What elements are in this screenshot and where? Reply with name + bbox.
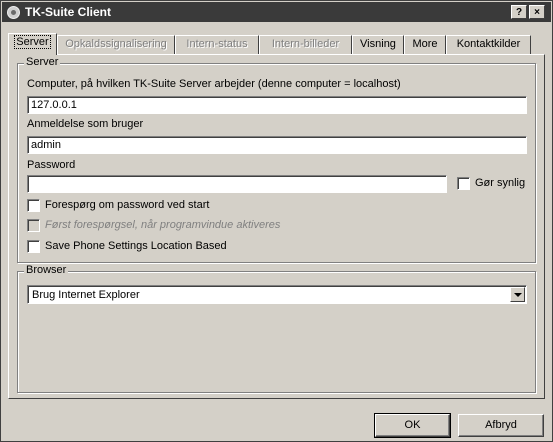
tab-intern-status[interactable]: Intern-status (175, 35, 259, 54)
login-label: Anmeldelse som bruger (27, 118, 144, 130)
tab-opkaldssignalisering[interactable]: Opkaldssignalisering (57, 35, 175, 54)
tab-more[interactable]: More (404, 35, 446, 54)
browser-group: Browser Brug Internet Explorer (17, 264, 536, 393)
password-label: Password (27, 159, 76, 171)
server-group: Server Computer, på hvilken TK-Suite Ser… (17, 56, 536, 263)
tab-panel-server: Server Computer, på hvilken TK-Suite Ser… (8, 54, 545, 399)
tk-suite-client-window: TK-Suite Client ? × Server Opkaldssignal… (0, 0, 553, 442)
window-title: TK-Suite Client (25, 5, 111, 19)
computer-label: Computer, på hvilken TK-Suite Server arb… (27, 78, 401, 90)
computer-input[interactable]: 127.0.0.1 (27, 96, 527, 114)
save-phone-label: Save Phone Settings Location Based (45, 240, 227, 252)
ok-button[interactable]: OK (374, 413, 451, 438)
help-button[interactable]: ? (511, 5, 527, 19)
cancel-button[interactable]: Afbryd (458, 414, 544, 437)
tab-kontaktkilder[interactable]: Kontaktkilder (446, 35, 531, 54)
ask-password-checkbox[interactable] (27, 199, 40, 212)
ask-password-label: Forespørg om password ved start (45, 199, 210, 211)
password-input[interactable] (27, 175, 447, 193)
browser-select-value: Brug Internet Explorer (32, 289, 140, 301)
tab-visning[interactable]: Visning (352, 35, 404, 54)
app-icon (7, 5, 20, 19)
tab-intern-billeder[interactable]: Intern-billeder (259, 35, 352, 54)
browser-group-title: Browser (24, 264, 69, 276)
browser-select[interactable]: Brug Internet Explorer (27, 285, 527, 304)
first-request-label: Først forespørgsel, når programvindue ak… (45, 219, 281, 231)
first-request-checkbox[interactable] (27, 219, 40, 232)
close-button[interactable]: × (529, 5, 545, 19)
tab-server[interactable]: Server (8, 33, 57, 55)
show-password-checkbox[interactable] (457, 177, 470, 190)
show-password-label: Gør synlig (475, 177, 526, 189)
chevron-down-icon[interactable] (510, 287, 525, 302)
server-group-title: Server (24, 56, 61, 68)
save-phone-checkbox[interactable] (27, 240, 40, 253)
title-bar[interactable]: TK-Suite Client ? × (2, 2, 551, 22)
login-input[interactable]: admin (27, 136, 527, 154)
